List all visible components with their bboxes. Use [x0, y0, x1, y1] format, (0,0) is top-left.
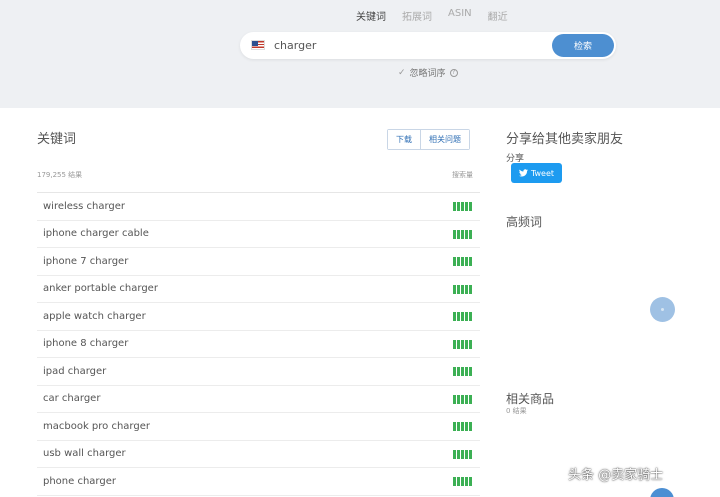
tweet-button[interactable]: Tweet	[511, 163, 562, 183]
keywords-title: 关键词	[37, 132, 77, 147]
volume-bars	[453, 422, 472, 431]
search-volume-header: 搜索量	[452, 171, 473, 179]
keyword-text: phone charger	[43, 475, 116, 487]
related-products-count: 0 结果	[506, 407, 527, 415]
tab-keywords[interactable]: 关键词	[356, 8, 386, 23]
keyword-text: usb wall charger	[43, 448, 126, 460]
watermark-avatar	[650, 488, 674, 497]
keyword-row[interactable]: car charger	[37, 386, 480, 413]
volume-bars	[453, 284, 472, 294]
keyword-text: iphone 8 charger	[43, 338, 129, 350]
keyword-text: wireless charger	[43, 200, 126, 212]
keyword-actions: 下载 相关问题	[387, 129, 470, 150]
frequent-words-title: 高频词	[506, 215, 543, 229]
tab-translate[interactable]: 翻近	[488, 8, 508, 23]
loading-spinner-icon	[650, 297, 675, 322]
keyword-row[interactable]: macbook pro charger	[37, 413, 480, 441]
tab-expand-words[interactable]: 拓展词	[402, 8, 432, 23]
keyword-text: car charger	[43, 393, 101, 405]
volume-bars	[453, 367, 472, 376]
keyword-row[interactable]: anker portable charger	[37, 276, 480, 303]
search-button[interactable]: 检索	[552, 34, 614, 57]
keyword-text: anker portable charger	[43, 283, 158, 295]
search-input[interactable]	[274, 36, 544, 55]
tweet-label: Tweet	[530, 168, 555, 178]
help-icon[interactable]: ?	[449, 68, 458, 77]
volume-bars	[453, 229, 472, 239]
twitter-bird-icon	[518, 169, 528, 177]
keyword-text: apple watch charger	[43, 310, 146, 322]
share-title: 分享给其他卖家朋友	[506, 132, 624, 147]
volume-bars	[453, 202, 472, 211]
tab-asin[interactable]: ASIN	[448, 8, 472, 23]
keyword-text: iphone charger cable	[43, 228, 149, 240]
ignore-order-label: 忽略词序	[409, 69, 446, 79]
related-products-title: 相关商品	[506, 392, 555, 406]
related-questions-button[interactable]: 相关问题	[420, 130, 469, 149]
volume-bars	[453, 394, 472, 404]
search-box: 检索	[240, 32, 616, 59]
search-type-tabs: 关键词 拓展词 ASIN 翻近	[356, 8, 508, 23]
keyword-text: iphone 7 charger	[43, 255, 129, 267]
keyword-row[interactable]: wireless charger	[37, 193, 480, 221]
keyword-row[interactable]: usb wall charger	[37, 441, 480, 468]
results-count: 179,255 结果	[37, 171, 83, 179]
keyword-row[interactable]: iphone 8 charger	[37, 331, 480, 358]
keyword-row[interactable]: ipad charger	[37, 358, 480, 386]
keyword-text: macbook pro charger	[43, 420, 150, 432]
checkbox-icon[interactable]: ✓	[398, 68, 406, 78]
keyword-row[interactable]: phone charger	[37, 468, 480, 496]
keyword-row[interactable]: iphone charger cable	[37, 221, 480, 248]
search-header: 关键词 拓展词 ASIN 翻近 检索 ✓ 忽略词序 ?	[0, 0, 720, 108]
volume-bars	[453, 312, 472, 321]
download-button[interactable]: 下载	[388, 130, 420, 149]
keyword-row[interactable]: apple watch charger	[37, 303, 480, 331]
watermark: 头条 @卖家骑士	[568, 468, 664, 483]
ignore-order-option[interactable]: ✓ 忽略词序 ?	[398, 66, 458, 79]
volume-bars	[453, 339, 472, 349]
volume-bars	[453, 257, 472, 266]
keyword-list: wireless charger iphone charger cable ip…	[37, 192, 480, 496]
us-flag-icon[interactable]	[251, 40, 265, 50]
keyword-text: ipad charger	[43, 365, 107, 377]
keyword-row[interactable]: iphone 7 charger	[37, 248, 480, 276]
volume-bars	[453, 449, 472, 459]
volume-bars	[453, 477, 472, 486]
